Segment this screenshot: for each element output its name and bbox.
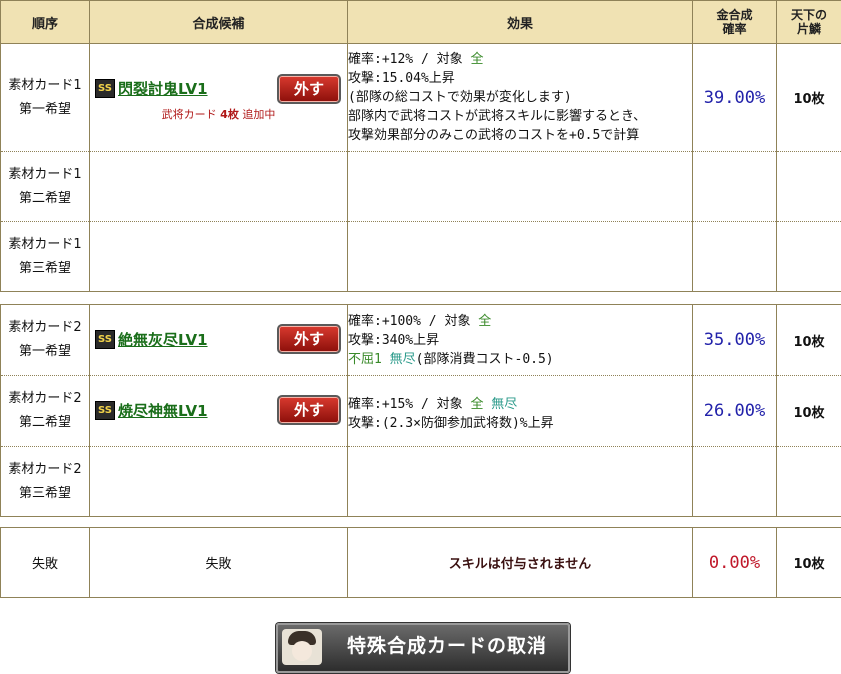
effect-cell: 確率:+100% / 対象 全 攻撃:340%上昇 不屈1 無尽(部隊消費コスト… xyxy=(347,304,693,376)
skill-name-link[interactable]: 絶無灰尽LV1 xyxy=(118,331,208,349)
order-cell: 素材カード2 第二希望 xyxy=(0,375,90,447)
character-portrait-icon xyxy=(282,629,322,665)
order-cell: 素材カード1 第一希望 xyxy=(0,43,90,152)
header-candidate: 合成候補 xyxy=(89,0,348,44)
cancel-special-synthesis-button[interactable]: 特殊合成カードの取消 xyxy=(276,623,570,673)
rank-badge: SS xyxy=(95,401,115,420)
remove-button[interactable]: 外す xyxy=(277,395,341,425)
order-cell: 素材カード1 第三希望 xyxy=(0,221,90,292)
gold-rate-value: 39.00% xyxy=(692,43,777,152)
order-cell: 素材カード1 第二希望 xyxy=(0,151,90,222)
fragment-empty xyxy=(776,446,841,517)
gold-rate-value: 26.00% xyxy=(692,375,777,447)
rank-badge: SS xyxy=(95,79,115,98)
candidate-cell-empty[interactable] xyxy=(89,446,348,517)
header-fragment: 天下の 片鱗 xyxy=(776,0,841,44)
fragment-count: 10枚 xyxy=(776,304,841,376)
remove-button[interactable]: 外す xyxy=(277,324,341,354)
fragment-count: 10枚 xyxy=(776,375,841,447)
candidate-cell: SS 絶無灰尽LV1 外す xyxy=(89,304,348,376)
effect-cell-empty xyxy=(347,151,693,222)
header-gold-rate: 金合成 確率 xyxy=(692,0,777,44)
failure-rate: 0.00% xyxy=(692,527,777,598)
added-cards-note: 武将カード 4枚 追加中 xyxy=(161,108,276,121)
table-row: 素材カード2 第三希望 xyxy=(0,446,841,517)
gold-rate-value: 35.00% xyxy=(692,304,777,376)
effect-cell: 確率:+15% / 対象 全 無尽 攻撃:(2.3×防御参加武将数)%上昇 xyxy=(347,375,693,447)
table-row: 素材カード1 第一希望 SS 閃裂討鬼LV1 外す 武将カード 4枚 追加中 確率… xyxy=(0,43,841,152)
gold-rate-empty xyxy=(692,446,777,517)
synthesis-table-material-2: 素材カード2 第一希望 SS 絶無灰尽LV1 外す 確率:+100% / 対象 全… xyxy=(0,304,841,517)
rank-badge: SS xyxy=(95,330,115,349)
table-row: 失敗 失敗 スキルは付与されません 0.00% 10枚 xyxy=(0,527,841,598)
table-row: 素材カード1 第三希望 xyxy=(0,221,841,292)
table-row: 素材カード2 第二希望 SS 焼尽神無LV1 外す 確率:+15% / 対象 全 … xyxy=(0,375,841,447)
cancel-button-label: 特殊合成カードの取消 xyxy=(346,635,547,657)
table-row: 素材カード1 第二希望 xyxy=(0,151,841,222)
candidate-cell: SS 焼尽神無LV1 外す xyxy=(89,375,348,447)
candidate-cell: SS 閃裂討鬼LV1 外す 武将カード 4枚 追加中 xyxy=(89,43,348,152)
effect-cell: 確率:+12% / 対象 全 攻撃:15.04%上昇 (部隊の総コストで効果が変… xyxy=(347,43,693,152)
table-row: 素材カード2 第一希望 SS 絶無灰尽LV1 外す 確率:+100% / 対象 全… xyxy=(0,304,841,376)
candidate-cell-empty[interactable] xyxy=(89,221,348,292)
failure-order: 失敗 xyxy=(0,527,90,598)
fragment-empty xyxy=(776,221,841,292)
synthesis-table-failure: 失敗 失敗 スキルは付与されません 0.00% 10枚 xyxy=(0,527,841,598)
header-order: 順序 xyxy=(0,0,90,44)
gold-rate-empty xyxy=(692,151,777,222)
fragment-count: 10枚 xyxy=(776,43,841,152)
effect-cell-empty xyxy=(347,221,693,292)
failure-candidate: 失敗 xyxy=(89,527,348,598)
order-cell: 素材カード2 第一希望 xyxy=(0,304,90,376)
header-effect: 効果 xyxy=(347,0,693,44)
fragment-empty xyxy=(776,151,841,222)
failure-fragment-count: 10枚 xyxy=(776,527,841,598)
synthesis-table-material-1: 順序 合成候補 効果 金合成 確率 天下の 片鱗 素材カード1 第一希望 SS 閃… xyxy=(0,0,841,292)
failure-effect: スキルは付与されません xyxy=(347,527,693,598)
candidate-cell-empty[interactable] xyxy=(89,151,348,222)
gold-rate-empty xyxy=(692,221,777,292)
skill-name-link[interactable]: 閃裂討鬼LV1 xyxy=(118,80,208,98)
order-cell: 素材カード2 第三希望 xyxy=(0,446,90,517)
effect-cell-empty xyxy=(347,446,693,517)
skill-name-link[interactable]: 焼尽神無LV1 xyxy=(118,402,208,420)
remove-button[interactable]: 外す xyxy=(277,74,341,104)
